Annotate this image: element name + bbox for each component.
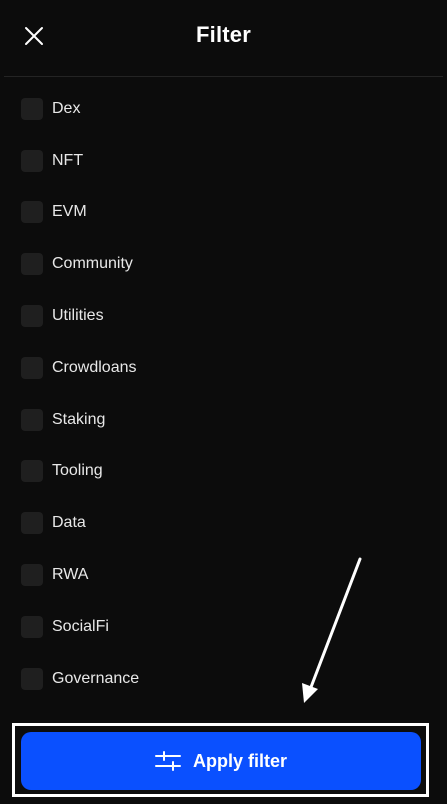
apply-filter-button[interactable]: Apply filter [21,732,421,790]
filter-item-label: Governance [52,669,140,687]
checkbox[interactable] [21,201,43,224]
filter-item-label: SocialFi [52,617,109,635]
filter-item-label: Crowdloans [52,358,137,376]
checkbox[interactable] [21,253,43,276]
checkbox[interactable] [21,667,43,690]
checkbox[interactable] [21,615,43,638]
checkbox[interactable] [21,512,43,535]
filter-item-socialfi[interactable]: SocialFi [0,601,447,653]
filter-item-rwa[interactable]: RWA [0,549,447,601]
checkbox[interactable] [21,149,43,172]
filter-item-label: NFT [52,151,84,169]
header: Filter [0,0,447,74]
filter-item-dex[interactable]: Dex [0,83,447,135]
header-divider [4,76,443,77]
apply-filter-label: Apply filter [192,750,287,771]
checkbox[interactable] [21,97,43,120]
filter-item-label: Dex [52,99,81,117]
filter-item-community[interactable]: Community [0,238,447,290]
checkbox[interactable] [21,564,43,587]
filter-item-label: Tooling [52,462,103,480]
checkbox[interactable] [21,305,43,328]
filter-item-evm[interactable]: EVM [0,187,447,239]
filter-item-crowdloans[interactable]: Crowdloans [0,342,447,394]
filter-item-label: EVM [52,203,87,221]
filter-item-governance[interactable]: Governance [0,653,447,705]
checkbox[interactable] [21,408,43,431]
filter-item-nft[interactable]: NFT [0,135,447,187]
checkbox[interactable] [21,356,43,379]
filter-item-staking[interactable]: Staking [0,394,447,446]
filter-item-label: Community [52,255,133,273]
filter-item-data[interactable]: Data [0,497,447,549]
filter-item-utilities[interactable]: Utilities [0,290,447,342]
filter-item-label: RWA [52,566,89,584]
filter-list: Dex NFT EVM Community Utilities Crowdloans Sta… [0,83,447,705]
filter-item-label: Utilities [52,307,104,325]
filter-item-label: Staking [52,410,106,428]
filter-item-tooling[interactable]: Tooling [0,446,447,498]
sliders-icon [154,751,181,771]
filter-item-label: Data [52,514,86,532]
checkbox[interactable] [21,460,43,483]
page-title: Filter [196,22,251,47]
annotation-arrow-icon [302,557,362,703]
